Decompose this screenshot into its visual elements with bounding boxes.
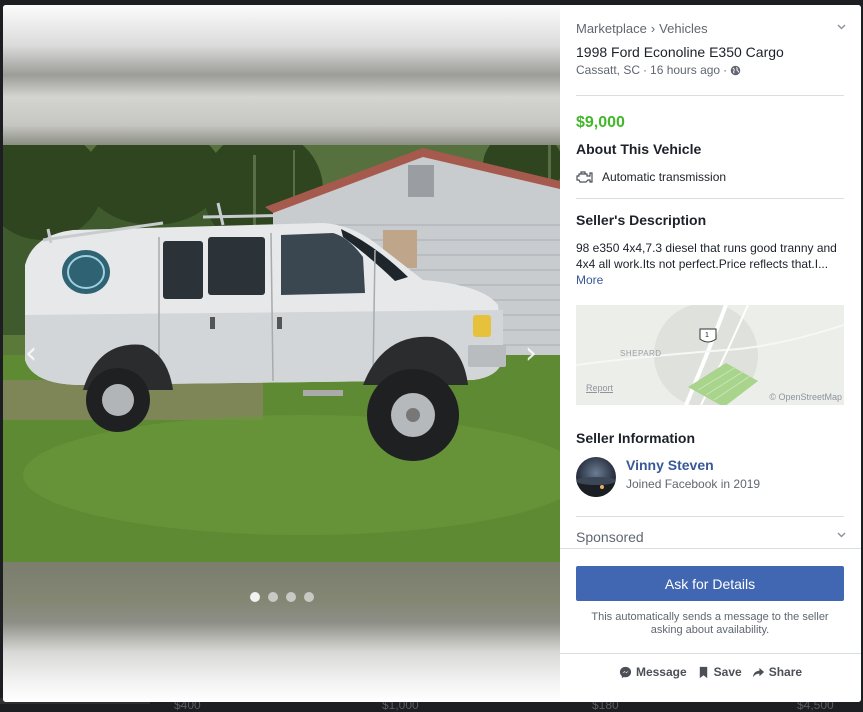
breadcrumb-vehicles[interactable]: Vehicles	[659, 21, 707, 36]
route-shield: 1	[705, 332, 710, 339]
seller-joined-text: Joined Facebook in 2019	[626, 477, 761, 491]
messenger-icon	[619, 666, 632, 678]
avatar-image	[576, 477, 616, 497]
divider	[576, 95, 844, 96]
seller-description-text: 98 e350 4x4,7.3 diesel that runs good tr…	[576, 241, 837, 271]
engine-icon	[576, 170, 593, 183]
previous-photo-button[interactable]: ‹	[19, 339, 43, 369]
globe-icon	[730, 65, 741, 75]
van-photo-illustration	[3, 145, 560, 562]
chevron-down-icon-glyph	[837, 532, 846, 538]
map-place-label: SHEPARD	[620, 349, 662, 358]
breadcrumb-marketplace[interactable]: Marketplace	[576, 21, 647, 36]
save-action[interactable]: Save	[697, 665, 742, 679]
meta-separator: ·	[723, 63, 728, 77]
sponsored-label: Sponsored	[576, 529, 644, 545]
share-action[interactable]: Share	[752, 665, 802, 679]
photo-dot-1[interactable]	[249, 592, 260, 602]
photo-pagination-dots	[3, 592, 560, 602]
photo-dot-3[interactable]	[285, 592, 296, 602]
location-map[interactable]: SHEPARD 1 Report © OpenStreetMap	[576, 305, 844, 405]
seller-information-heading: Seller Information	[576, 430, 696, 446]
meta-separator: ·	[643, 63, 648, 77]
divider	[576, 516, 844, 517]
breadcrumb-separator: ›	[650, 21, 656, 36]
map-report-link[interactable]: Report	[586, 383, 613, 393]
listing-title: 1998 Ford Econoline E350 Cargo	[576, 44, 784, 60]
share-label: Share	[768, 665, 803, 679]
chevron-down-icon-glyph	[837, 24, 846, 30]
contact-area: Ask for Details This automatically sends…	[560, 548, 861, 702]
listing-details-panel: Marketplace › Vehicles 1998 Ford Econoline…	[560, 5, 861, 702]
next-photo-button[interactable]: ›	[519, 339, 543, 369]
listing-price: $9,000	[576, 114, 625, 131]
listing-meta: Cassatt, SC · 16 hours ago ·	[576, 63, 844, 77]
seller-description: 98 e350 4x4,7.3 diesel that runs good tr…	[576, 240, 844, 288]
breadcrumb: Marketplace › Vehicles	[576, 21, 844, 36]
chevron-down-icon[interactable]	[836, 21, 847, 35]
seller-description-heading: Seller's Description	[576, 212, 707, 228]
message-label: Message	[635, 665, 687, 679]
divider	[560, 653, 861, 654]
bookmark-icon	[699, 666, 707, 678]
avatar[interactable]	[576, 457, 616, 497]
map-illustration	[576, 305, 844, 405]
action-bar: Message Save Share	[560, 665, 861, 679]
photo-viewer: ‹ ›	[3, 5, 560, 702]
listing-photo[interactable]	[3, 145, 560, 562]
transmission-text: Automatic transmission	[602, 170, 727, 184]
ask-for-details-button[interactable]: Ask for Details	[576, 566, 844, 601]
about-vehicle-heading: About This Vehicle	[576, 141, 702, 157]
auto-message-note: This automatically sends a message to th…	[591, 611, 829, 636]
chevron-down-icon[interactable]	[836, 529, 847, 543]
seller-name-link[interactable]: Vinny Steven	[626, 457, 714, 473]
listing-modal: ‹ › Marketplace › Vehicles 1998 Ford Econo…	[3, 5, 861, 702]
save-label: Save	[713, 665, 742, 679]
photo-blur-bottom	[3, 562, 560, 702]
divider	[576, 198, 844, 199]
map-attribution[interactable]: © OpenStreetMap	[769, 392, 842, 402]
photo-blur-top	[3, 5, 560, 145]
message-action[interactable]: Message	[619, 665, 687, 679]
share-arrow-icon	[752, 667, 764, 677]
listing-location[interactable]: Cassatt, SC	[576, 63, 640, 77]
see-more-link[interactable]: More	[576, 273, 603, 287]
transmission-row: Automatic transmission	[576, 170, 844, 184]
listing-posted-time: 16 hours ago	[650, 63, 721, 77]
photo-dot-2[interactable]	[267, 592, 278, 602]
photo-dot-4[interactable]	[303, 592, 314, 602]
